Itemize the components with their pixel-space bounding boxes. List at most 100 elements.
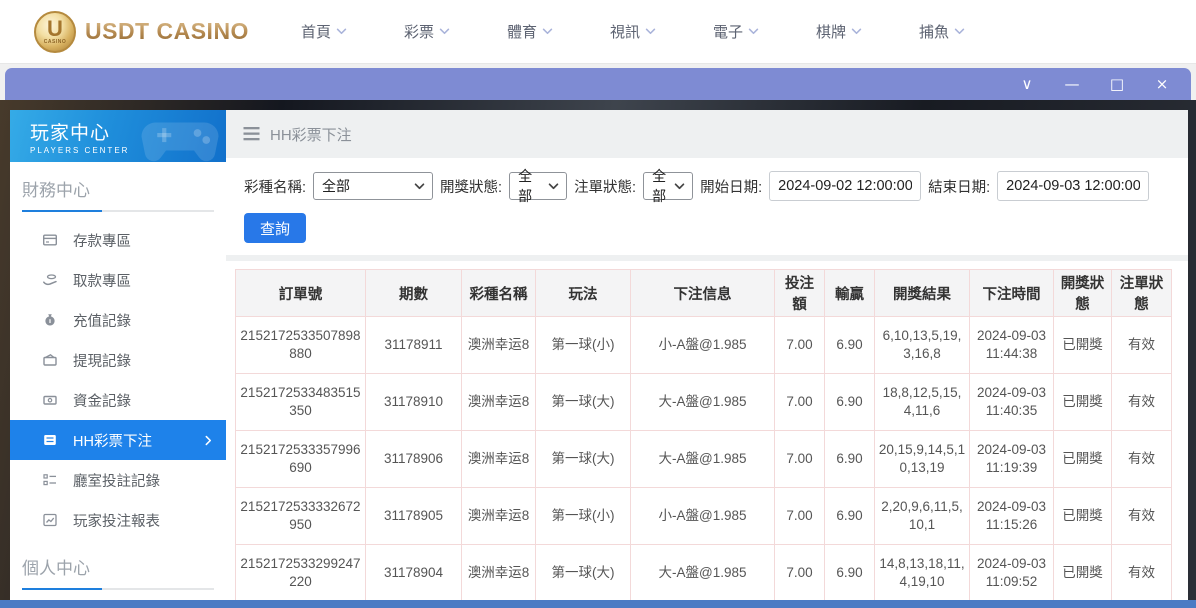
section-label: 個人中心 (10, 540, 226, 579)
site-logo[interactable]: U CASINO USDT CASINO (34, 11, 249, 53)
chevron-down-icon (548, 183, 559, 190)
end-date-label: 結束日期: (928, 176, 990, 197)
gamepad-icon (138, 112, 222, 162)
chevron-down-icon (542, 28, 553, 35)
table-cell: 2024-09-03 11:19:39 (970, 431, 1054, 488)
table-cell: 6.90 (825, 545, 875, 601)
table-cell: 大-A盤@1.985 (631, 431, 775, 488)
table-cell: 已開獎 (1054, 488, 1112, 545)
wallet-icon (42, 352, 58, 368)
window-frame-background: 玩家中心 PLAYERS CENTER 財務中心存款專區取款專區充值記錄提現記錄… (0, 100, 1196, 600)
table-cell: 7.00 (775, 317, 825, 374)
table-cell: 6.90 (825, 488, 875, 545)
chevron-down-icon (645, 28, 656, 35)
sidebar-item-充值記錄[interactable]: 充值記錄 (10, 300, 226, 340)
section-label: 財務中心 (10, 162, 226, 201)
sidebar: 玩家中心 PLAYERS CENTER 財務中心存款專區取款專區充值記錄提現記錄… (10, 110, 226, 600)
nav-item-label: 彩票 (404, 21, 434, 42)
window-titlebar[interactable]: ∨ — □ × (5, 68, 1191, 100)
chevron-down-icon (674, 183, 685, 190)
table-cell: 第一球(大) (536, 431, 631, 488)
chevron-down-icon (954, 28, 965, 35)
hamburger-icon[interactable] (243, 127, 260, 141)
minimize-button[interactable]: — (1063, 77, 1081, 92)
table-cell: 小-A盤@1.985 (631, 488, 775, 545)
table-cell: 6.90 (825, 431, 875, 488)
table-cell: 2152172533357996690 (236, 431, 366, 488)
sidebar-menu: 財務中心存款專區取款專區充值記錄提現記錄資金記錄 HH彩票下注廳室投註記錄玩家投注… (10, 162, 226, 600)
table-panel: 訂單號期數彩種名稱玩法下注信息投注額輸贏開獎結果下注時間開獎狀態注單狀態 215… (226, 261, 1188, 600)
nav-item-label: 棋牌 (816, 21, 846, 42)
nav-item-視訊[interactable]: 視訊 (610, 21, 656, 42)
nav-item-體育[interactable]: 體育 (507, 21, 553, 42)
lottery-type-value: 全部 (322, 176, 350, 196)
order-status-select[interactable]: 全部 (643, 172, 693, 200)
table-cell: 第一球(小) (536, 317, 631, 374)
draw-status-select[interactable]: 全部 (509, 172, 567, 200)
column-header: 開獎結果 (875, 270, 970, 317)
table-cell: 澳洲幸运8 (462, 488, 536, 545)
table-cell: 有效 (1112, 545, 1172, 601)
sidebar-item-label: 玩家投注報表 (73, 510, 160, 531)
sidebar-item-廳室投註記錄[interactable]: 廳室投註記錄 (10, 460, 226, 500)
breadcrumb: HH彩票下注 (226, 110, 1188, 158)
header-row: 訂單號期數彩種名稱玩法下注信息投注額輸贏開獎結果下注時間開獎狀態注單狀態 (236, 270, 1172, 317)
table-cell: 2,20,9,6,11,5,10,1 (875, 488, 970, 545)
table-cell: 31178911 (366, 317, 462, 374)
table-cell: 澳洲幸运8 (462, 545, 536, 601)
nav-item-彩票[interactable]: 彩票 (404, 21, 450, 42)
end-date-input[interactable] (997, 171, 1149, 201)
window-bottom-edge (0, 600, 1196, 608)
section-divider (22, 210, 214, 212)
table-cell: 2152172533483515350 (236, 374, 366, 431)
table-cell: 7.00 (775, 374, 825, 431)
start-date-input[interactable] (769, 171, 921, 201)
table-cell: 6,10,13,5,19,3,16,8 (875, 317, 970, 374)
column-header: 下注信息 (631, 270, 775, 317)
table-cell: 大-A盤@1.985 (631, 374, 775, 431)
table-cell: 7.00 (775, 431, 825, 488)
table-body: 215217253350789888031178911澳洲幸运8第一球(小)小-… (236, 317, 1172, 601)
desktop-area: ∨—□× 玩家中心 PLAYERS CENTER (0, 64, 1196, 608)
collapse-button[interactable]: ∨ (1018, 77, 1036, 92)
search-button[interactable]: 查詢 (244, 213, 306, 243)
sidebar-item-資金記錄[interactable]: 資金記錄 (10, 380, 226, 420)
table-cell: 小-A盤@1.985 (631, 317, 775, 374)
sidebar-item-提現記錄[interactable]: 提現記錄 (10, 340, 226, 380)
lottery-type-select[interactable]: 全部 (313, 172, 433, 200)
table-cell: 2024-09-03 11:15:26 (970, 488, 1054, 545)
nav-item-捕魚[interactable]: 捕魚 (919, 21, 965, 42)
table-cell: 7.00 (775, 488, 825, 545)
order-status-value: 全部 (652, 166, 668, 206)
table-head: 訂單號期數彩種名稱玩法下注信息投注額輸贏開獎結果下注時間開獎狀態注單狀態 (236, 270, 1172, 317)
sidebar-item-存款專區[interactable]: 存款專區 (10, 220, 226, 260)
maximize-button[interactable]: □ (1108, 77, 1126, 92)
close-button[interactable]: × (1153, 77, 1171, 92)
chevron-down-icon: ∨ (1022, 75, 1033, 93)
table-cell: 31178904 (366, 545, 462, 601)
nav-item-label: 捕魚 (919, 21, 949, 42)
sidebar-item-label: 充值記錄 (73, 310, 131, 331)
minimize-icon: — (1065, 75, 1080, 93)
nav-item-棋牌[interactable]: 棋牌 (816, 21, 862, 42)
table-cell: 31178910 (366, 374, 462, 431)
logo-caption: CASINO (44, 39, 66, 45)
sidebar-item-取款專區[interactable]: 取款專區 (10, 260, 226, 300)
chevron-down-icon (439, 28, 450, 35)
table-cell: 2024-09-03 11:44:38 (970, 317, 1054, 374)
site-header: U CASINO USDT CASINO 首頁 彩票 體育 視訊 電子 棋牌 捕魚 (0, 0, 1196, 64)
table-cell: 20,15,9,14,5,10,13,19 (875, 431, 970, 488)
sidebar-item-玩家投注報表[interactable]: 玩家投注報表 (10, 500, 226, 540)
sidebar-item-HH彩票下注[interactable]: HH彩票下注 (10, 420, 226, 460)
table-cell: 有效 (1112, 374, 1172, 431)
credit-card-icon (42, 232, 58, 248)
table-cell: 2152172533507898880 (236, 317, 366, 374)
bets-table: 訂單號期數彩種名稱玩法下注信息投注額輸贏開獎結果下注時間開獎狀態注單狀態 215… (235, 269, 1172, 600)
sidebar-item-label: HH彩票下注 (73, 430, 152, 451)
filter-row: 彩種名稱: 全部 開獎狀態: 全部 (244, 171, 1188, 201)
nav-item-首頁[interactable]: 首頁 (301, 21, 347, 42)
table-cell: 澳洲幸运8 (462, 431, 536, 488)
nav-item-電子[interactable]: 電子 (713, 21, 759, 42)
column-header: 期數 (366, 270, 462, 317)
column-header: 玩法 (536, 270, 631, 317)
